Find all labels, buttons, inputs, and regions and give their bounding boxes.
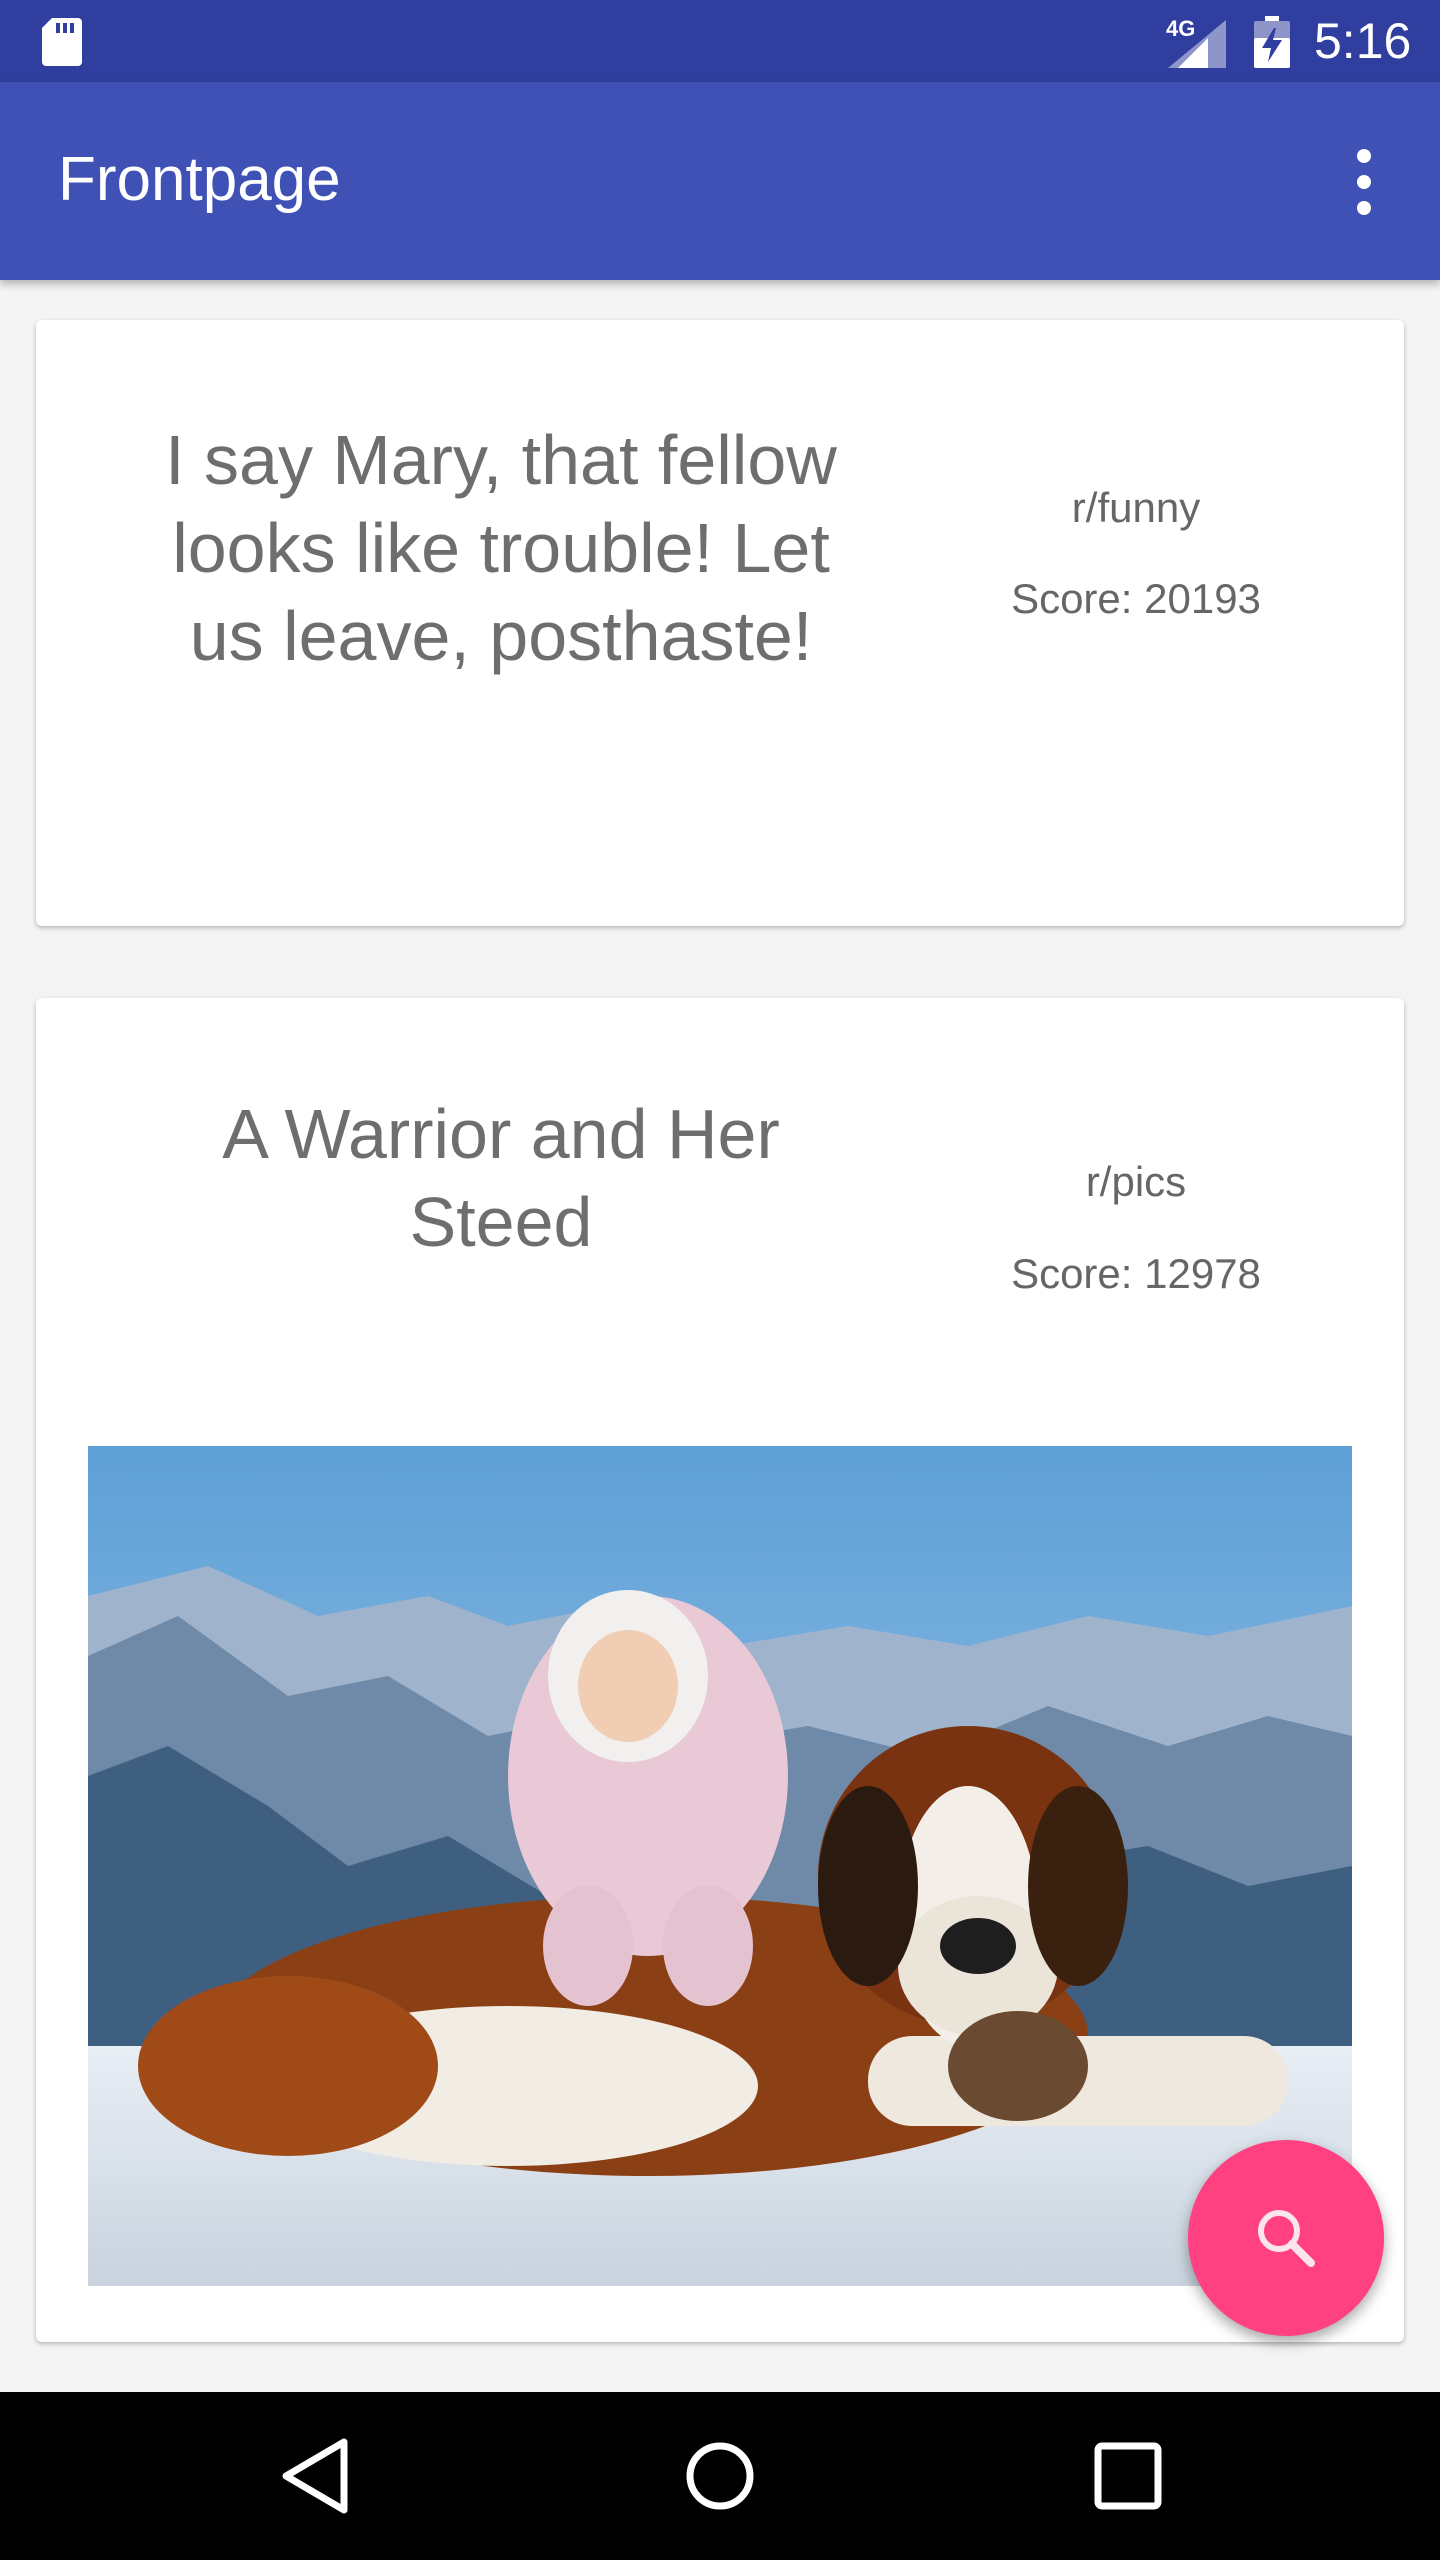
post-score: Score: 20193 <box>1011 575 1261 622</box>
post-subreddit: r/pics <box>1085 1158 1187 1205</box>
post-card[interactable]: I say Mary, that fellow looks like troub… <box>36 320 1404 926</box>
system-nav-bar <box>0 2392 1440 2560</box>
post-card[interactable]: A Warrior and Her Steed r/pics Score: 12… <box>36 998 1404 2342</box>
back-icon[interactable] <box>280 2436 350 2516</box>
overflow-menu-dot <box>1357 175 1371 189</box>
page-title: Frontpage <box>58 145 341 214</box>
post-title: A Warrior and Her Steed <box>222 1095 780 1261</box>
overflow-menu-icon <box>1357 149 1371 163</box>
app-bar: Frontpage <box>0 82 1440 280</box>
signal-icon <box>1168 20 1226 68</box>
post-photo <box>88 1446 1352 2286</box>
battery-charging-icon <box>1254 16 1290 68</box>
post-feed[interactable]: I say Mary, that fellow looks like troub… <box>0 280 1440 2392</box>
status-bar: 4G 5:16 <box>0 0 1440 82</box>
search-icon <box>1258 2210 1315 2267</box>
post-title: I say Mary, that fellow looks like troub… <box>165 421 837 675</box>
post-image[interactable] <box>88 1446 1352 2286</box>
sd-card-icon <box>42 18 82 66</box>
post-subreddit: r/funny <box>1071 484 1201 531</box>
status-time: 5:16 <box>1314 13 1412 69</box>
post-score: Score: 12978 <box>1011 1250 1261 1297</box>
search-fab[interactable] <box>1188 2140 1384 2336</box>
overflow-menu-button[interactable] <box>1334 134 1394 230</box>
home-icon[interactable] <box>684 2436 756 2516</box>
overflow-menu-dot <box>1357 201 1371 215</box>
recents-icon[interactable] <box>1092 2438 1164 2514</box>
